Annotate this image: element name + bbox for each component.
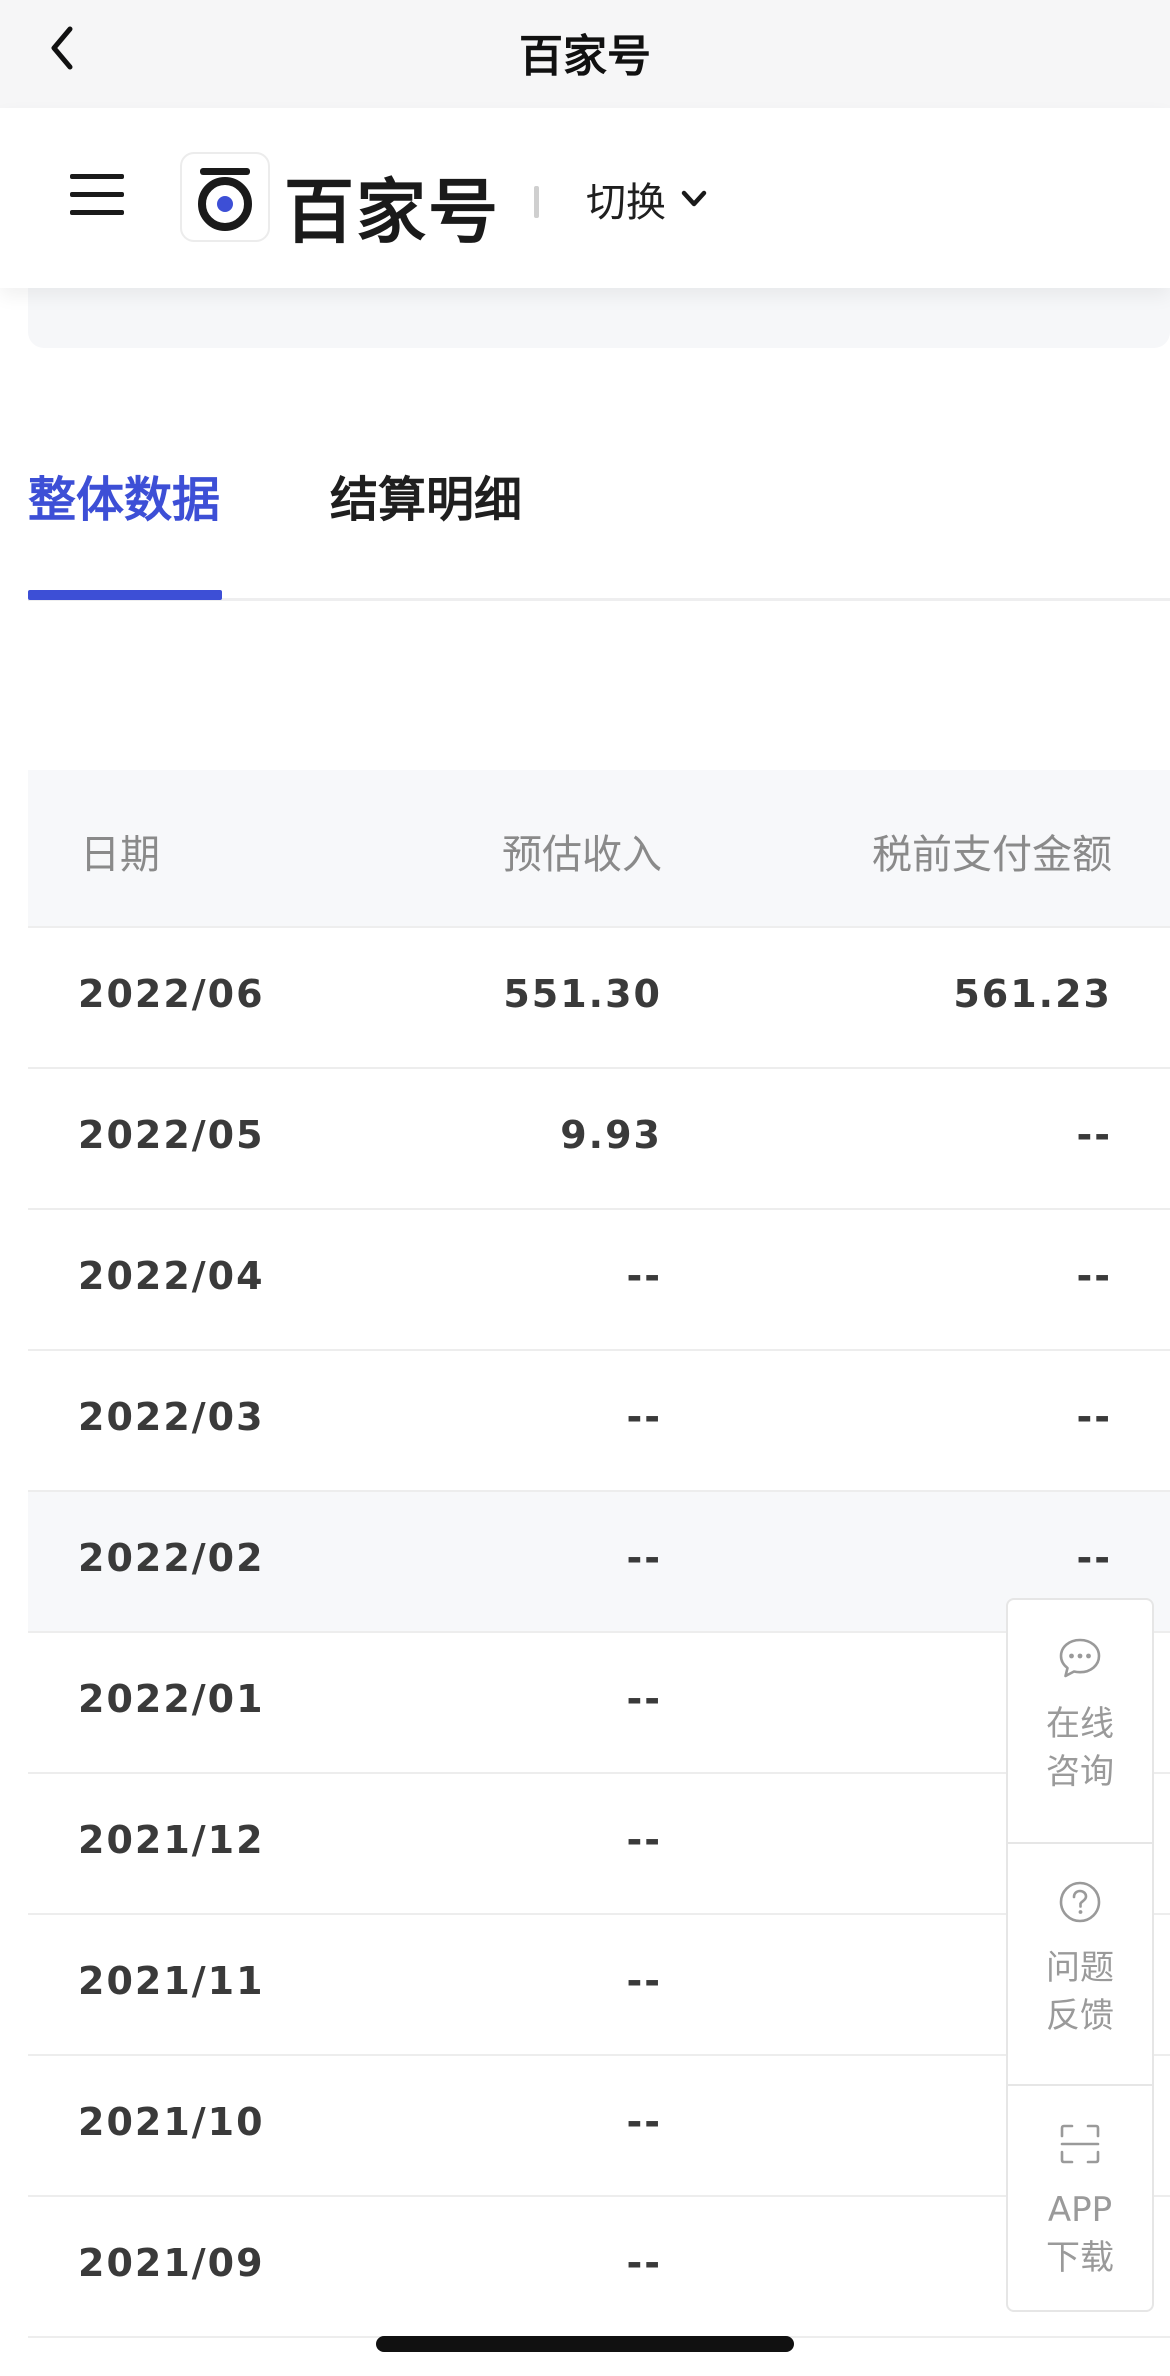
cell-date: 2021/11 bbox=[78, 1959, 265, 2003]
online-consult-button[interactable]: 在线 咨询 bbox=[1008, 1600, 1152, 1840]
cell-estimated-income: -- bbox=[626, 2100, 662, 2144]
cell-date: 2021/10 bbox=[78, 2100, 265, 2144]
table-row: 2022/04 -- -- bbox=[28, 1210, 1170, 1351]
menu-button[interactable] bbox=[68, 170, 126, 220]
table-row: 2022/02 -- -- bbox=[28, 1492, 1170, 1633]
cell-estimated-income: -- bbox=[626, 1959, 662, 2003]
cell-pretax-payment: -- bbox=[1076, 1254, 1112, 1298]
chevron-down-icon bbox=[681, 190, 707, 207]
cell-pretax-payment: -- bbox=[1076, 1113, 1112, 1157]
page-title: 百家号 bbox=[519, 31, 651, 82]
cell-estimated-income: 551.30 bbox=[503, 972, 662, 1016]
cell-estimated-income: -- bbox=[626, 2241, 662, 2285]
scan-icon bbox=[1060, 2124, 1100, 2164]
cell-date: 2022/02 bbox=[78, 1536, 265, 1580]
table-row: 2022/01 -- bbox=[28, 1633, 1170, 1774]
cell-pretax-payment: 561.23 bbox=[953, 972, 1112, 1016]
hamburger-menu-icon bbox=[70, 174, 124, 215]
cell-pretax-payment: -- bbox=[1076, 1395, 1112, 1439]
cell-date: 2022/01 bbox=[78, 1677, 265, 1721]
brand-name: 百家号 bbox=[284, 171, 500, 253]
table-row: 2021/10 -- bbox=[28, 2056, 1170, 2197]
navigation-bar: 百家号 bbox=[0, 0, 1170, 108]
cell-date: 2021/12 bbox=[78, 1818, 265, 1862]
table-row: 2022/03 -- -- bbox=[28, 1351, 1170, 1492]
switch-account-button[interactable]: 切换 bbox=[586, 170, 708, 228]
online-consult-label: 在线 咨询 bbox=[1046, 1704, 1114, 1792]
tab-overall-data[interactable]: 整体数据 bbox=[28, 460, 220, 530]
cell-estimated-income: -- bbox=[626, 1677, 662, 1721]
table-row: 2021/12 -- bbox=[28, 1774, 1170, 1915]
app-header: 百家号 切换 bbox=[0, 108, 1170, 288]
tab-settlement-details[interactable]: 结算明细 bbox=[330, 460, 522, 530]
table-row: 2021/09 -- bbox=[28, 2197, 1170, 2338]
home-indicator[interactable] bbox=[376, 2336, 794, 2352]
column-header-pretax-payment: 税前支付金额 bbox=[872, 832, 1112, 878]
cell-pretax-payment: -- bbox=[1076, 1536, 1112, 1580]
floating-service-panel: 在线 咨询 问题 反馈 APP 下载 bbox=[1006, 1598, 1154, 2312]
app-download-label: APP 下载 bbox=[1046, 2190, 1114, 2278]
cell-date: 2022/05 bbox=[78, 1113, 265, 1157]
data-tabs: 整体数据 结算明细 bbox=[0, 440, 1170, 602]
table-row: 2022/06 551.30 561.23 bbox=[28, 928, 1170, 1069]
brand-logo bbox=[180, 152, 270, 242]
cell-estimated-income: -- bbox=[626, 1395, 662, 1439]
baijiahao-logo-icon bbox=[198, 168, 252, 231]
cell-date: 2021/09 bbox=[78, 2241, 265, 2285]
cell-estimated-income: -- bbox=[626, 1818, 662, 1862]
table-header: 日期 预估收入 税前支付金额 bbox=[28, 770, 1170, 928]
header-divider bbox=[534, 186, 539, 218]
cell-estimated-income: -- bbox=[626, 1254, 662, 1298]
cell-date: 2022/06 bbox=[78, 972, 265, 1016]
feedback-label: 问题 反馈 bbox=[1046, 1948, 1114, 2036]
column-header-date: 日期 bbox=[80, 832, 160, 878]
question-circle-icon bbox=[1059, 1881, 1101, 1923]
table-row: 2021/11 -- bbox=[28, 1915, 1170, 2056]
feedback-button[interactable]: 问题 反馈 bbox=[1008, 1842, 1152, 2082]
column-header-estimated-income: 预估收入 bbox=[502, 832, 662, 878]
cell-estimated-income: 9.93 bbox=[560, 1113, 662, 1157]
cell-estimated-income: -- bbox=[626, 1536, 662, 1580]
cell-date: 2022/04 bbox=[78, 1254, 265, 1298]
switch-label: 切换 bbox=[586, 180, 666, 226]
chat-bubble-icon bbox=[1059, 1638, 1101, 1678]
app-download-button[interactable]: APP 下载 bbox=[1008, 2084, 1152, 2324]
cell-date: 2022/03 bbox=[78, 1395, 265, 1439]
income-table: 日期 预估收入 税前支付金额 2022/06 551.30 561.23 202… bbox=[28, 770, 1170, 2338]
table-row: 2022/05 9.93 -- bbox=[28, 1069, 1170, 1210]
active-tab-indicator bbox=[28, 590, 222, 600]
